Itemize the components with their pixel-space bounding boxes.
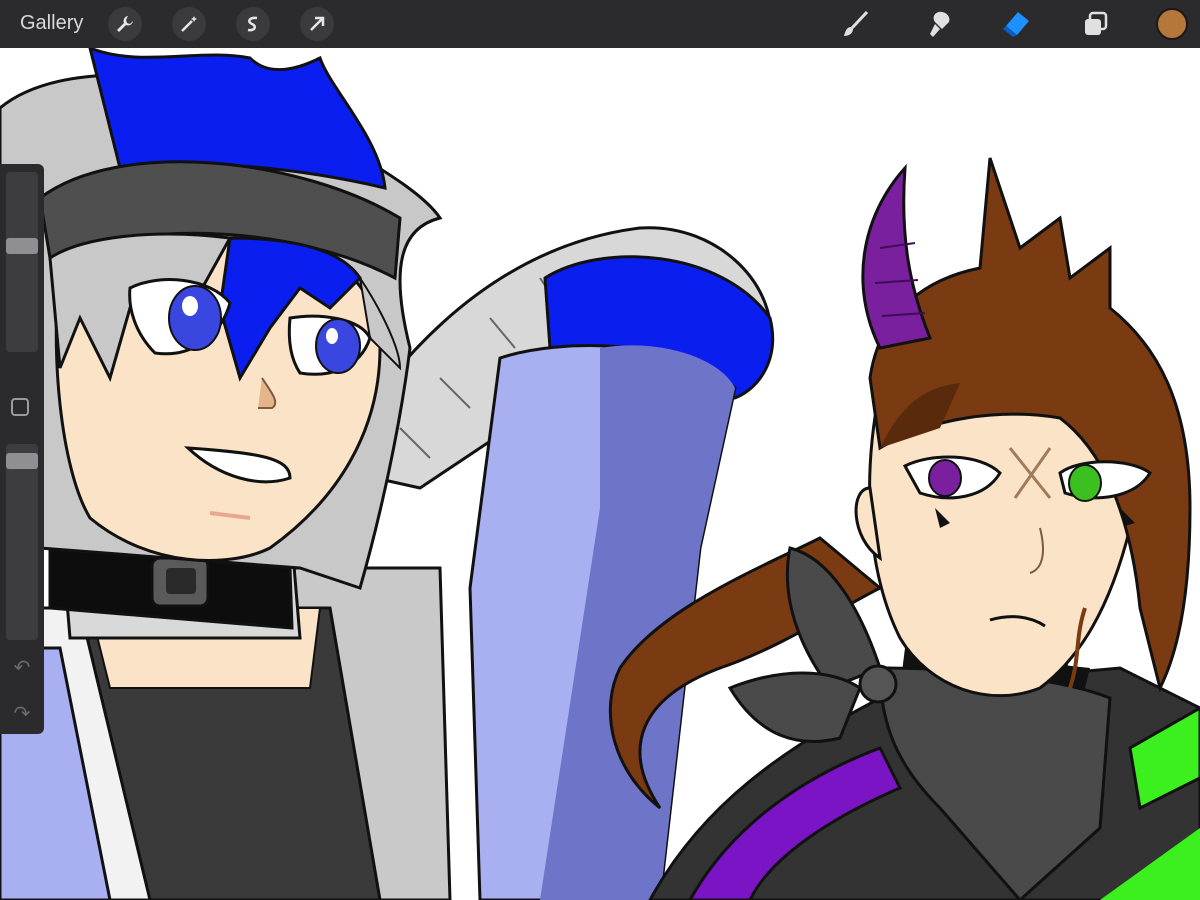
- gallery-button[interactable]: Gallery: [20, 12, 83, 35]
- top-toolbar: Gallery: [0, 0, 1200, 48]
- opacity-slider[interactable]: [6, 444, 38, 640]
- layers-icon[interactable]: [1078, 6, 1114, 42]
- brush-size-slider[interactable]: [6, 172, 38, 352]
- smudge-icon[interactable]: [922, 6, 958, 42]
- redo-icon[interactable]: ↷: [10, 702, 34, 724]
- eraser-icon[interactable]: [998, 6, 1034, 42]
- color-swatch[interactable]: [1156, 8, 1188, 40]
- opacity-knob[interactable]: [6, 453, 38, 469]
- wrench-icon[interactable]: [108, 7, 142, 41]
- left-sidebar: ↶ ↷: [0, 164, 44, 734]
- magic-wand-icon[interactable]: [172, 7, 206, 41]
- square-modify-icon[interactable]: [11, 398, 29, 416]
- brush-size-knob[interactable]: [6, 237, 38, 254]
- transform-arrow-icon[interactable]: [300, 7, 334, 41]
- selection-icon[interactable]: [236, 7, 270, 41]
- brush-icon[interactable]: [838, 6, 874, 42]
- drawing-canvas[interactable]: [0, 48, 1200, 900]
- artwork-illustration: [0, 48, 1200, 900]
- undo-icon[interactable]: ↶: [10, 656, 34, 678]
